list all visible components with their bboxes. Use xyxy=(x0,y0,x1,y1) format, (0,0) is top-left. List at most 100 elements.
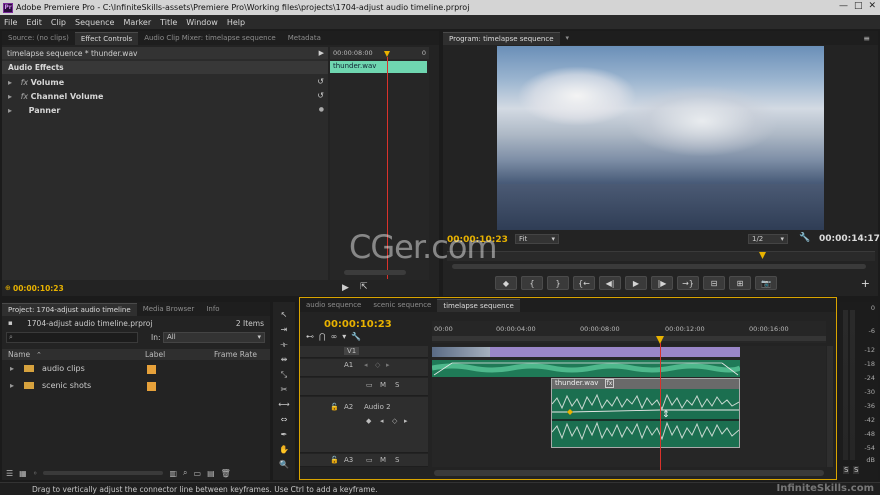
play-button[interactable]: ▶ xyxy=(625,276,647,290)
expand-triangle-icon[interactable]: ▸ xyxy=(10,381,14,390)
add-marker-icon[interactable]: ▾ xyxy=(342,332,346,341)
keyframe-add-icon[interactable]: ◇ xyxy=(375,361,380,369)
lift-button[interactable]: ⊟ xyxy=(703,276,725,290)
slide-tool-icon[interactable]: ⇔ xyxy=(278,415,290,427)
effect-row-volume[interactable]: ▸ fx Volume ↺ xyxy=(2,76,328,89)
solo-right-button[interactable]: S xyxy=(853,466,860,474)
timeline-ruler[interactable]: 00:00 00:00:04:00 00:00:08:00 00:00:12:0… xyxy=(432,321,826,343)
solo-button[interactable]: S xyxy=(395,456,399,464)
ripple-edit-tool-icon[interactable]: ⟛ xyxy=(278,340,290,352)
rate-stretch-tool-icon[interactable]: ⤡ xyxy=(278,370,290,382)
column-frame-rate[interactable]: Frame Rate xyxy=(214,350,257,359)
list-view-icon[interactable]: ☰ xyxy=(6,469,13,478)
menu-clip[interactable]: Clip xyxy=(51,18,66,27)
in-filter-select[interactable]: All ▾ xyxy=(163,332,265,343)
expand-triangle-icon[interactable]: ▸ xyxy=(8,78,12,87)
keyframe-nav-right-icon[interactable]: ▸ xyxy=(386,361,390,369)
lock-icon[interactable]: 🔓 xyxy=(330,456,339,464)
effect-timecode[interactable]: 00:00:10:23 xyxy=(13,284,64,293)
keyframe-add-icon[interactable]: ◇ xyxy=(392,417,397,425)
work-area-bar[interactable] xyxy=(432,336,826,341)
menu-window[interactable]: Window xyxy=(186,18,218,27)
expand-triangle-icon[interactable]: ▸ xyxy=(8,106,12,115)
tab-media-browser[interactable]: Media Browser xyxy=(137,303,201,316)
solo-left-button[interactable]: S xyxy=(843,466,850,474)
linked-selection-icon[interactable]: ∞ xyxy=(331,332,338,341)
trash-icon[interactable]: 🗑 xyxy=(221,469,231,478)
wrench-icon[interactable]: 🔧 xyxy=(799,233,810,243)
razor-tool-icon[interactable]: ✂ xyxy=(278,385,290,397)
video-clip[interactable] xyxy=(432,347,740,357)
add-marker-button[interactable]: ◆ xyxy=(495,276,517,290)
menu-edit[interactable]: Edit xyxy=(26,18,42,27)
speaker-icon[interactable]: ▭ xyxy=(366,456,373,464)
tab-audio-sequence[interactable]: audio sequence xyxy=(300,299,367,312)
find-icon[interactable]: ⌕ xyxy=(183,468,187,478)
program-menu-icon[interactable]: ▾ xyxy=(560,32,576,45)
timeline-settings-icon[interactable]: 🔧 xyxy=(351,332,361,341)
menu-help[interactable]: Help xyxy=(227,18,245,27)
label-swatch[interactable] xyxy=(147,365,156,374)
play-audio-icon[interactable]: ▶ xyxy=(319,49,324,57)
tab-metadata[interactable]: Metadata xyxy=(282,32,327,45)
speaker-icon[interactable]: ▭ xyxy=(366,381,373,389)
reset-icon[interactable]: ↺ xyxy=(317,77,324,86)
new-bin-icon[interactable]: ▭ xyxy=(194,469,202,478)
pen-tool-icon[interactable]: ✒ xyxy=(278,430,290,442)
program-scrub-bar[interactable] xyxy=(447,251,875,261)
timeline-timecode[interactable]: 00:00:10:23 xyxy=(324,319,392,330)
track-label-a1[interactable]: A1 xyxy=(344,361,353,369)
nest-icon[interactable]: ⊷ xyxy=(306,332,314,341)
keyframe-menu-icon[interactable]: ◆ xyxy=(366,417,371,425)
automate-icon[interactable]: ▥ xyxy=(169,469,177,478)
hand-tool-icon[interactable]: ✋ xyxy=(278,445,290,457)
program-zoom-scrollbar[interactable] xyxy=(452,264,866,269)
filter-icon[interactable]: ▶︎ xyxy=(342,283,349,293)
add-button[interactable]: + xyxy=(861,277,870,290)
zoom-slider-icon[interactable]: ◦ xyxy=(33,469,38,478)
mark-out-button[interactable]: } xyxy=(547,276,569,290)
expand-icon[interactable]: ⊕ xyxy=(5,284,11,292)
menu-sequence[interactable]: Sequence xyxy=(75,18,114,27)
solo-button[interactable]: S xyxy=(395,381,399,389)
keyframe-nav-left-icon[interactable]: ◂ xyxy=(380,417,384,425)
timeline-playhead[interactable] xyxy=(660,343,661,471)
timeline-horizontal-scrollbar[interactable] xyxy=(434,470,824,476)
keyframe-nav-left-icon[interactable]: ◂ xyxy=(364,361,368,369)
slip-tool-icon[interactable]: ⟷ xyxy=(278,400,290,412)
track-label-v1[interactable]: V1 xyxy=(344,347,360,355)
close-button[interactable]: ✕ xyxy=(868,1,876,11)
icon-view-icon[interactable]: ▦ xyxy=(19,469,27,478)
tab-info[interactable]: Info xyxy=(200,303,225,316)
tab-program[interactable]: Program: timelapse sequence xyxy=(443,32,560,45)
expand-triangle-icon[interactable]: ▸ xyxy=(8,92,12,101)
column-name[interactable]: Name xyxy=(8,350,30,359)
zoom-tool-icon[interactable]: 🔍 xyxy=(278,460,290,472)
go-to-out-button[interactable]: →} xyxy=(677,276,699,290)
new-item-icon[interactable]: ▤ xyxy=(207,469,215,478)
menu-marker[interactable]: Marker xyxy=(123,18,151,27)
tab-timelapse-sequence[interactable]: timelapse sequence xyxy=(437,299,520,312)
keyframe-dot-icon[interactable]: ● xyxy=(319,106,324,113)
search-input[interactable]: ⌕ xyxy=(6,332,138,343)
lock-icon[interactable]: 🔓 xyxy=(330,403,339,411)
column-label[interactable]: Label xyxy=(145,350,165,359)
selection-tool-icon[interactable]: ↖ xyxy=(278,310,290,322)
expand-triangle-icon[interactable]: ▸ xyxy=(10,364,14,373)
menu-file[interactable]: File xyxy=(4,18,17,27)
tab-audio-clip-mixer[interactable]: Audio Clip Mixer: timelapse sequence xyxy=(138,32,282,45)
track-label-a3[interactable]: A3 xyxy=(344,456,353,464)
effect-row-channel-volume[interactable]: ▸ fx Channel Volume ↺ xyxy=(2,90,328,103)
list-item[interactable]: ▸ scenic shots xyxy=(2,380,270,394)
mute-button[interactable]: M xyxy=(380,456,386,464)
export-icon[interactable]: ⇱ xyxy=(360,282,368,292)
label-swatch[interactable] xyxy=(147,382,156,391)
minimize-button[interactable]: — xyxy=(839,1,848,11)
mini-scrollbar[interactable] xyxy=(344,270,406,275)
tab-project[interactable]: Project: 1704-adjust audio timeline xyxy=(2,303,137,316)
zoom-select[interactable]: Fit ▾ xyxy=(515,234,559,244)
rolling-edit-tool-icon[interactable]: ⇹ xyxy=(278,355,290,367)
sort-ascending-icon[interactable]: ⌃ xyxy=(36,351,42,359)
mute-button[interactable]: M xyxy=(380,381,386,389)
track-label-a2[interactable]: A2 xyxy=(344,403,353,411)
